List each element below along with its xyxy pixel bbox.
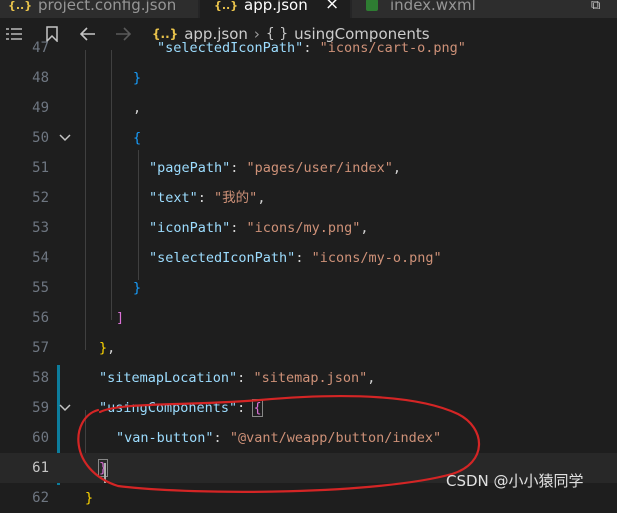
restore-window-icon[interactable]: ⧉ (591, 0, 600, 13)
tab-label: project.config.json (38, 0, 177, 14)
code-line: 59 "usingComponents": { (0, 393, 617, 423)
close-icon[interactable]: × (325, 0, 339, 14)
json-file-icon: {..} (214, 0, 239, 12)
matched-brace: { (252, 399, 263, 417)
wxml-file-icon (366, 0, 378, 11)
tab-index-wxml[interactable]: index.wxml (352, 0, 617, 18)
tab-project-config[interactable]: {..} project.config.json (0, 0, 198, 18)
code-line: 58 "sitemapLocation": "sitemap.json", (32, 370, 376, 386)
json-file-icon: {..} (8, 0, 33, 12)
watermark: CSDN @小小猿同学 (446, 472, 584, 490)
tab-label: app.json (244, 0, 308, 14)
text-cursor (104, 463, 106, 483)
code-line: 48 } (32, 70, 142, 86)
tab-label: index.wxml (390, 0, 476, 14)
code-line: 55 } (32, 280, 142, 296)
tab-bar: {..} project.config.json {..} app.json ×… (0, 0, 617, 18)
code-line: 52 "text": "我的", (32, 190, 266, 206)
code-editor[interactable]: 47 "selectedIconPath": "icons/cart-o.png… (0, 40, 617, 506)
fold-chevron-icon[interactable] (59, 393, 71, 423)
code-line: 54 "selectedIconPath": "icons/my-o.png" (32, 250, 442, 266)
fold-chevron-icon[interactable] (59, 123, 71, 153)
code-line: 60 "van-button": "@vant/weapp/button/ind… (32, 430, 442, 446)
code-line: 56 ] (32, 310, 125, 326)
code-line: 50 { (0, 123, 617, 153)
code-line: 53 "iconPath": "icons/my.png", (32, 220, 369, 236)
code-line: 57 }, (32, 340, 116, 356)
code-line: 51 "pagePath": "pages/user/index", (32, 160, 401, 176)
code-line: 49 , (32, 100, 142, 116)
code-line: 47 "selectedIconPath": "icons/cart-o.png… (32, 40, 466, 56)
